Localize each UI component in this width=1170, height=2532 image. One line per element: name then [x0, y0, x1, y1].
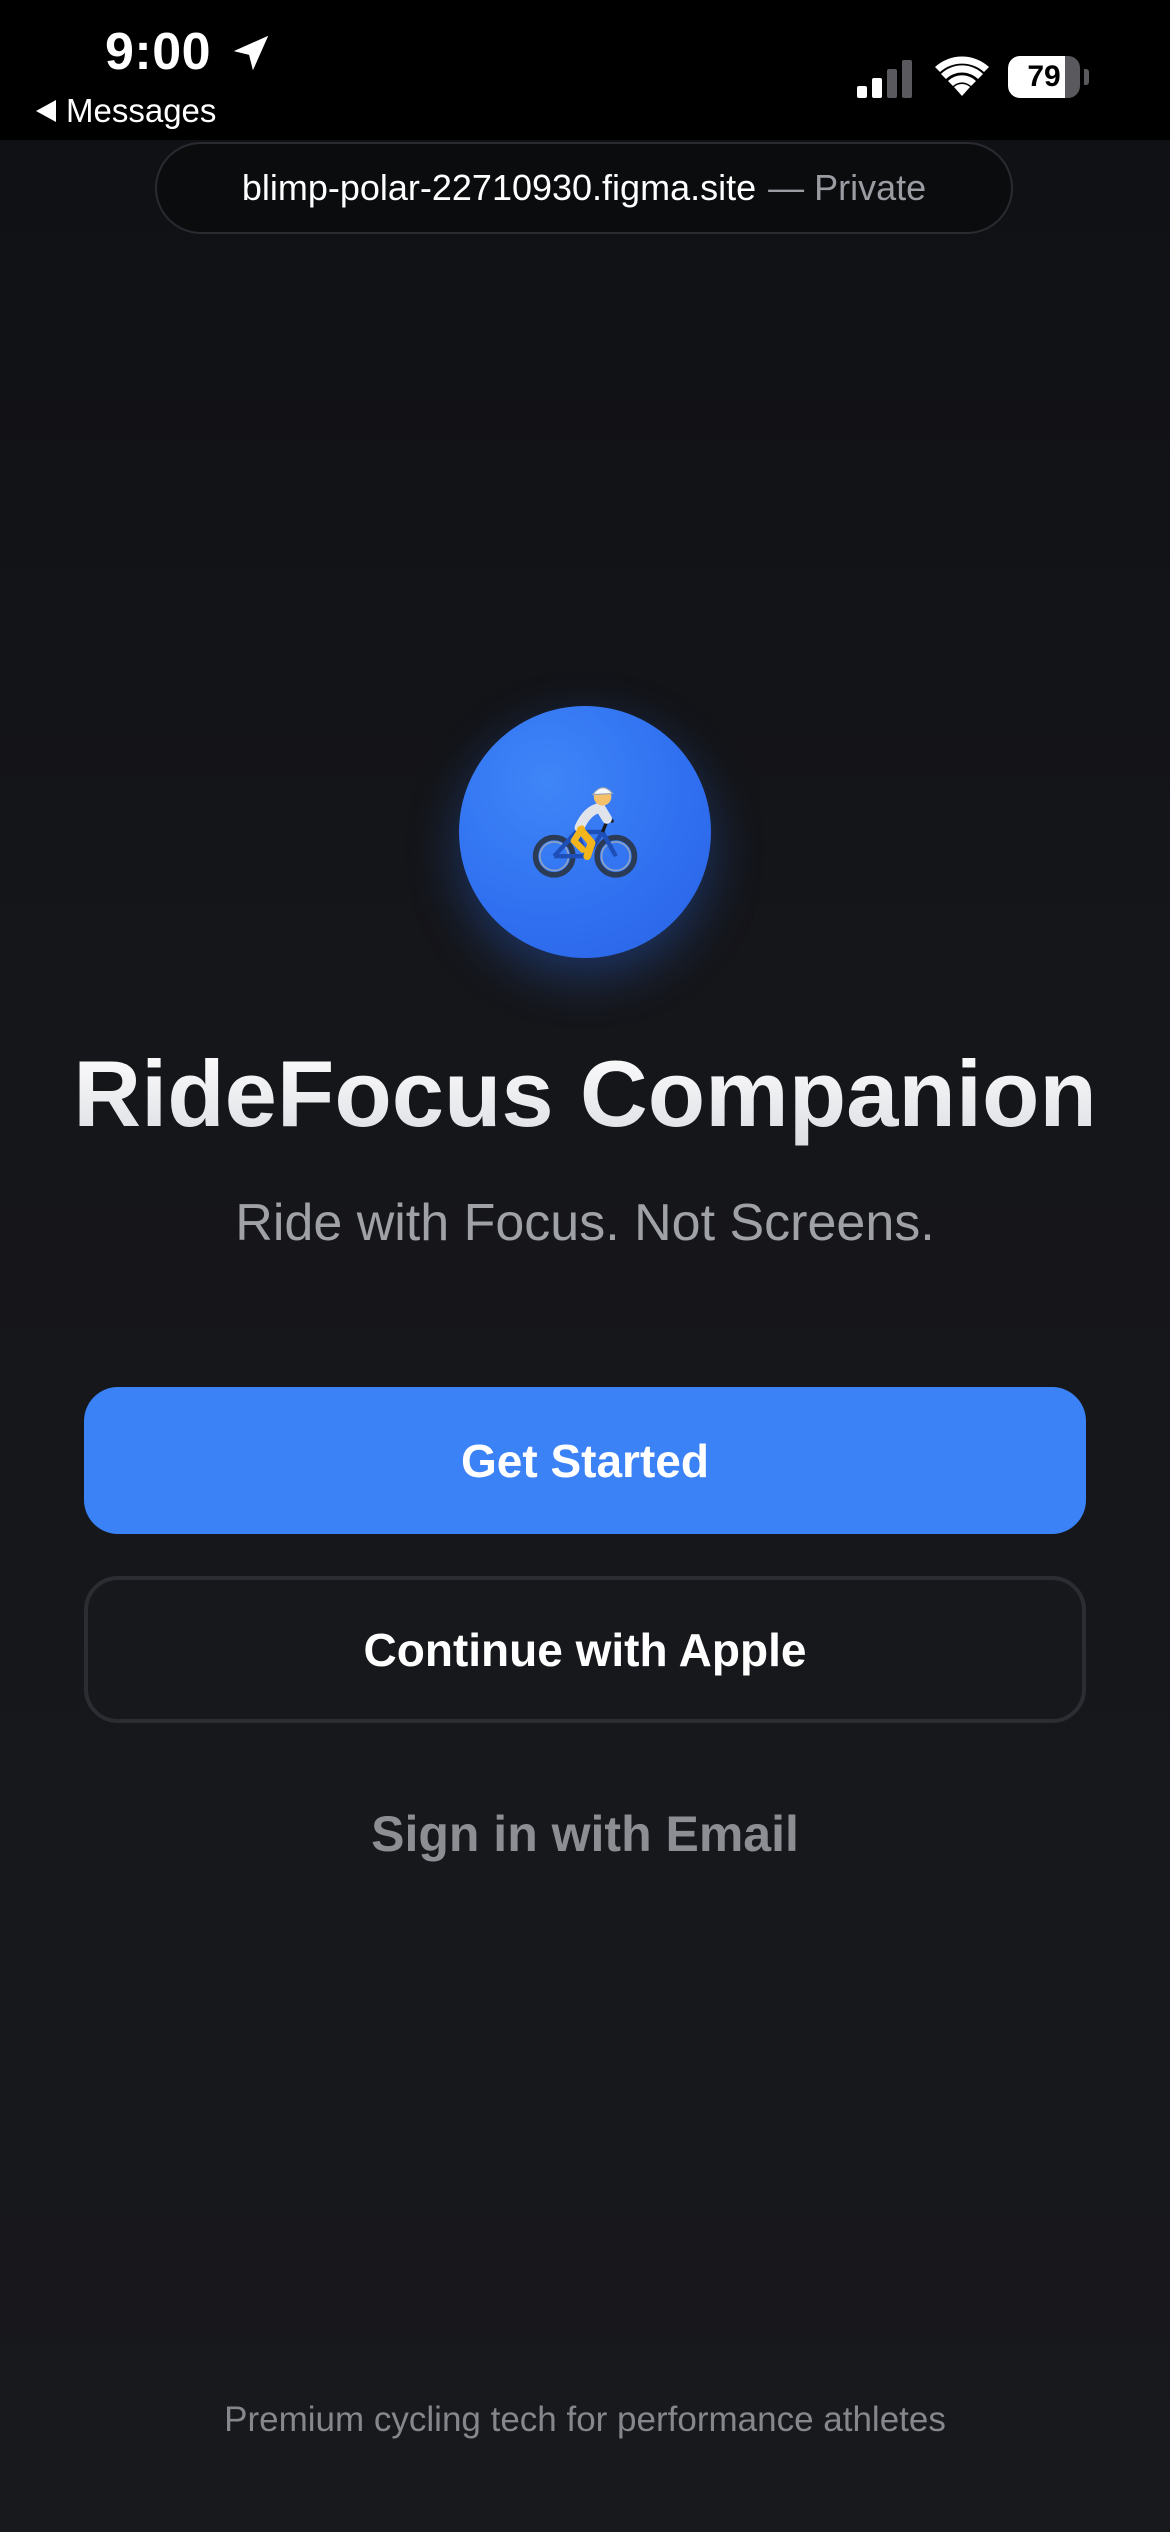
back-link-label: Messages [66, 92, 217, 129]
sign-in-with-email-link[interactable]: Sign in with Email [0, 1805, 1170, 1863]
battery-body: 79 [1008, 56, 1080, 98]
cellular-signal-icon [857, 60, 912, 98]
wifi-icon [935, 56, 989, 96]
get-started-button[interactable]: Get Started [84, 1387, 1086, 1534]
location-arrow-icon [233, 35, 269, 71]
back-triangle-icon [36, 100, 56, 122]
status-bar: 9:00 Messages 79 [0, 0, 1170, 140]
app-tagline: Ride with Focus. Not Screens. [235, 1194, 935, 1252]
app-title: RideFocus Companion [0, 1040, 1170, 1148]
private-mode-label: — Private [768, 167, 927, 208]
status-time: 9:00 [105, 23, 212, 81]
url-text: blimp-polar-22710930.figma.site [241, 167, 757, 208]
app-logo [459, 706, 711, 958]
back-to-messages-link[interactable]: Messages [36, 92, 216, 130]
footer-note: Premium cycling tech for performance ath… [224, 2400, 946, 2439]
battery-icon: 79 [1008, 56, 1090, 100]
continue-with-apple-button[interactable]: Continue with Apple [84, 1576, 1086, 1723]
cyclist-icon [532, 787, 638, 878]
battery-level: 79 [1027, 60, 1061, 93]
battery-nub [1084, 69, 1089, 85]
url-bar[interactable]: blimp-polar-22710930.figma.site — Privat… [155, 142, 1013, 234]
